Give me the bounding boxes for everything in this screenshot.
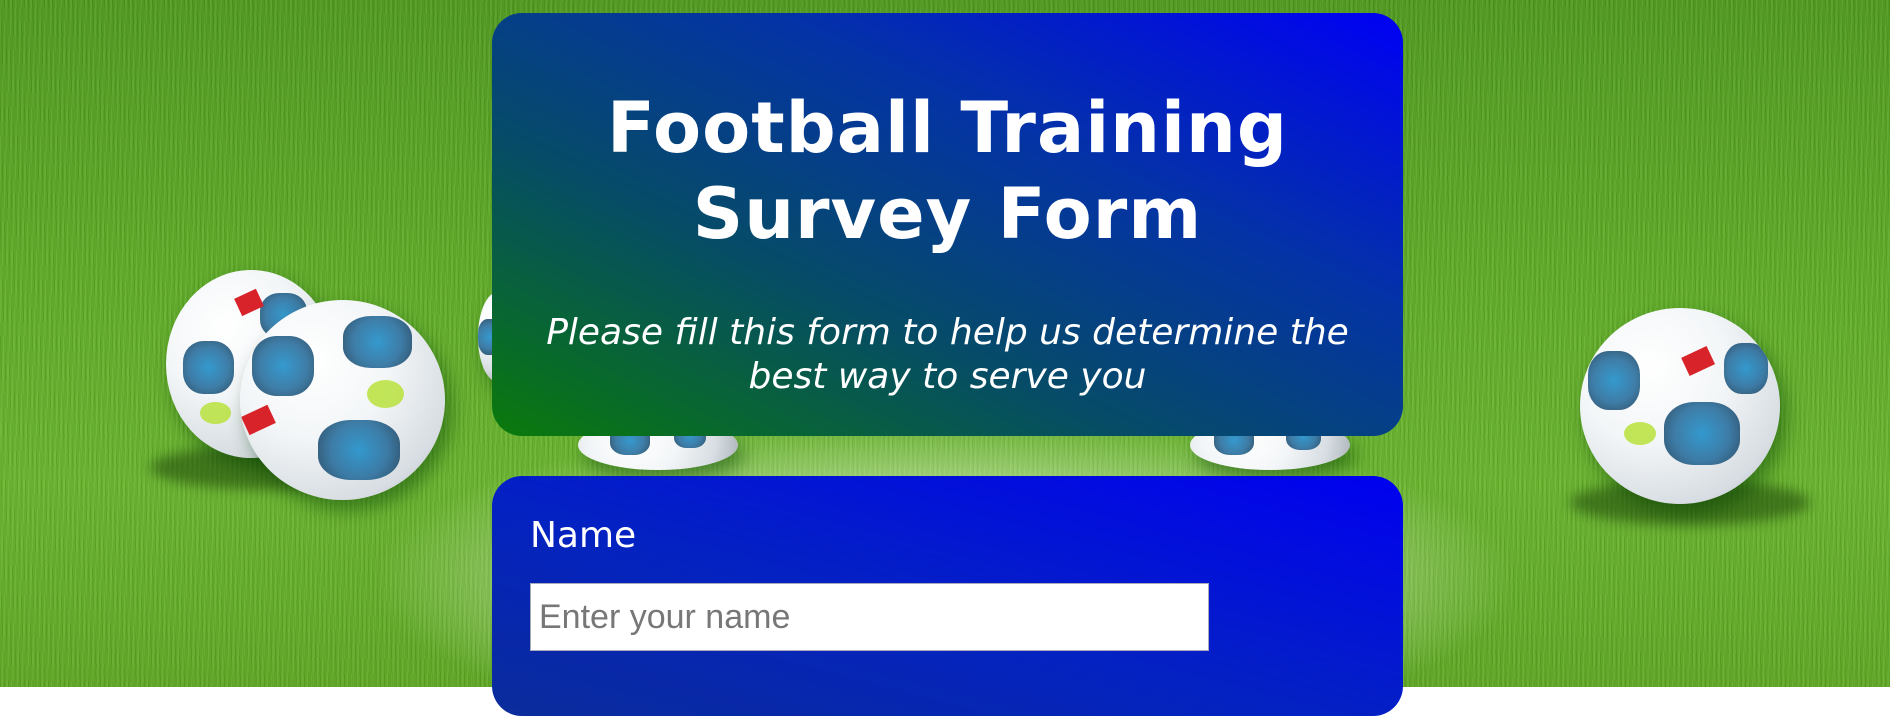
name-label: Name: [530, 515, 637, 556]
form-header: Football Training Survey Form Please fil…: [492, 13, 1403, 436]
form-description: Please fill this form to help us determi…: [546, 312, 1349, 397]
football-image: [240, 300, 445, 500]
name-input[interactable]: [530, 583, 1209, 651]
survey-form: Name: [492, 476, 1403, 716]
page-title: Football Training Survey Form: [607, 87, 1288, 255]
football-image: [1580, 308, 1780, 504]
